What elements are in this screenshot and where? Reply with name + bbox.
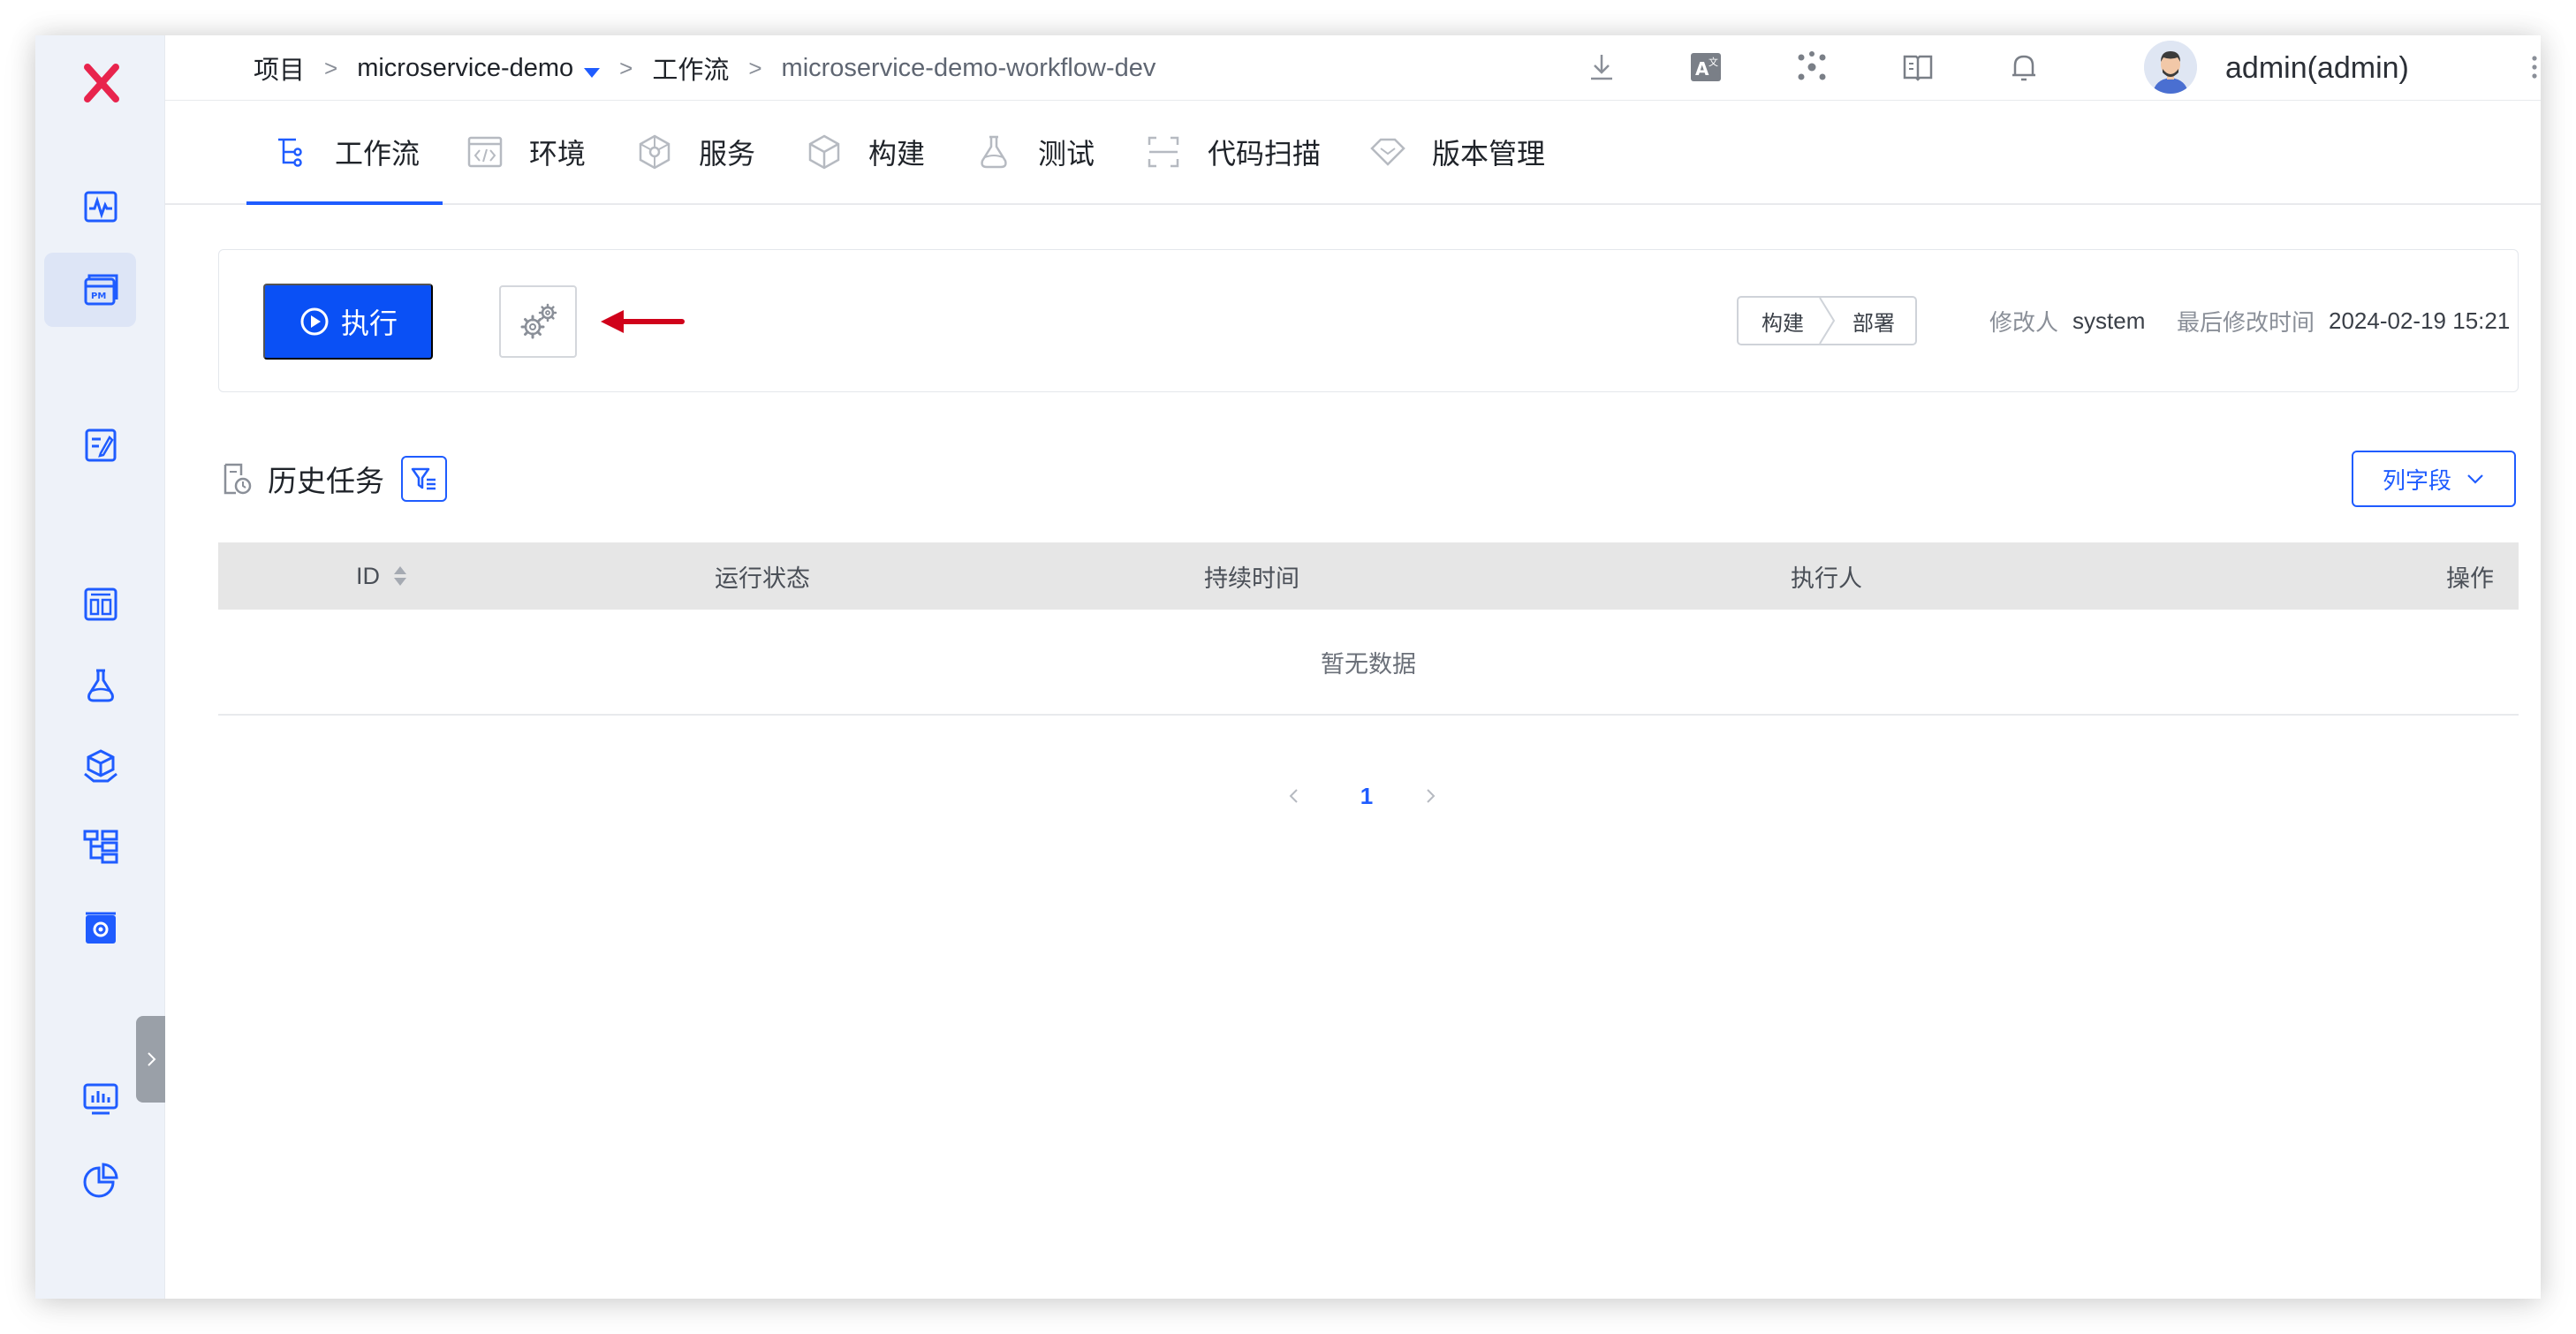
app-window: PM 项目 > microservice-demo > 工作流 > micros… [35,35,2541,1299]
history-doc-icon [224,463,252,495]
modified-time-label: 最后修改时间 [2177,308,2315,336]
gear-icon [520,303,557,339]
tab-label: 版本管理 [1432,138,1546,170]
tab-test[interactable]: 测试 [974,101,1095,203]
prev-page-button[interactable] [1278,774,1310,818]
column-header-label: 操作 [2446,565,2494,592]
chevron-right-icon [1427,789,1436,803]
svg-text:PM: PM [91,292,106,301]
flask-test-icon[interactable] [80,664,122,707]
tab-workflow[interactable]: 工作流 [246,101,443,205]
modifier-info: 修改人 system [1989,296,2145,345]
red-arrow-icon [601,310,685,333]
next-page-button[interactable] [1414,774,1446,818]
project-tabs: 工作流 环境 服务 构建 测试 代码扫描 版本管理 [165,101,2541,205]
workflow-action-card: 执行 构建 部署 修改人 system 最后修改时间 2024-02-19 15… [218,249,2519,392]
workflow-icon [278,138,302,167]
tab-environment[interactable]: 环境 [466,101,586,203]
release-plan-icon[interactable] [80,424,122,466]
column-fields-label: 列字段 [2382,466,2451,494]
chevron-right-icon [147,1052,155,1066]
top-bar: 项目 > microservice-demo > 工作流 > microserv… [165,35,2541,101]
column-header-label: 持续时间 [1204,565,1299,592]
network-icon[interactable] [1792,48,1831,87]
stage-build: 构建 [1762,311,1804,336]
tab-build[interactable]: 构建 [805,101,925,203]
sidebar-collapse-handle[interactable] [136,1016,165,1103]
flask-icon [981,135,1007,169]
run-workflow-button[interactable]: 执行 [263,284,433,360]
pie-chart-icon[interactable] [80,1159,122,1201]
play-circle-icon [300,307,329,336]
column-header-status: 运行状态 [715,542,810,610]
pagination: 1 [1278,774,1455,818]
tab-label: 构建 [868,138,926,170]
tab-code-scan[interactable]: 代码扫描 [1144,101,1321,203]
column-header-executor: 执行人 [1791,542,1862,610]
run-button-label: 执行 [340,307,398,339]
pm-projects-icon[interactable]: PM [80,269,122,311]
user-name[interactable]: admin(admin) [2225,35,2409,101]
history-title: 历史任务 [268,465,384,497]
table-empty-state: 暂无数据 [218,610,2519,716]
settings-box-icon[interactable] [80,906,122,949]
modified-time-info: 最后修改时间 2024-02-19 15:21 [2177,296,2510,345]
tab-label: 测试 [1038,138,1095,170]
build-cube-icon [808,134,840,170]
sidebar: PM [35,35,165,1299]
column-header-actions: 操作 [2446,542,2494,610]
more-vertical-icon[interactable] [2526,49,2541,85]
avatar-icon[interactable] [2144,41,2197,94]
bell-icon[interactable] [2004,48,2043,87]
modifier-label: 修改人 [1989,308,2059,336]
monitor-chart-icon[interactable] [80,1078,122,1120]
book-icon[interactable] [1898,48,1937,87]
column-header-id[interactable]: ID [356,542,408,610]
tab-label: 代码扫描 [1208,138,1322,170]
service-cube-icon [639,134,671,170]
column-header-label: ID [356,562,380,589]
page-number-current[interactable]: 1 [1347,774,1386,818]
zadig-x-logo-icon[interactable] [68,51,135,115]
modified-time-value: 2024-02-19 15:21 [2329,307,2511,334]
download-icon[interactable] [1582,48,1621,87]
svg-text:文: 文 [1708,56,1718,68]
stage-deploy: 部署 [1852,311,1895,336]
tab-label: 环境 [529,138,587,170]
modifier-value: system [2072,307,2146,334]
scan-icon [1148,136,1179,168]
stage-flow: 构建 部署 [1737,296,1917,345]
column-header-label: 运行状态 [715,565,810,592]
history-table-header: ID 运行状态 持续时间 执行人 操作 [218,542,2519,610]
sort-icon[interactable] [392,564,408,588]
pulse-monitor-icon[interactable] [80,186,122,228]
dashboard-icon[interactable] [80,583,122,625]
version-diamond-icon [1370,138,1405,166]
column-header-label: 执行人 [1791,565,1862,592]
history-filter-button[interactable] [401,456,447,502]
chevron-left-icon [1289,789,1298,803]
chevron-down-icon [2467,474,2483,484]
history-heading: 历史任务 [218,454,384,504]
tab-service[interactable]: 服务 [635,101,755,203]
filter-icon [411,467,436,490]
column-header-duration: 持续时间 [1204,542,1299,610]
tab-version-management[interactable]: 版本管理 [1368,101,1545,203]
tab-label: 工作流 [335,138,420,170]
code-env-icon [467,136,503,168]
svg-text:A: A [1695,58,1709,80]
package-hands-icon[interactable] [80,746,122,788]
column-fields-button[interactable]: 列字段 [2352,451,2516,507]
tab-label: 服务 [699,138,756,170]
workflow-settings-button[interactable] [499,285,577,358]
workflow-tree-icon[interactable] [80,825,122,868]
translate-icon[interactable]: A文 [1686,48,1725,87]
